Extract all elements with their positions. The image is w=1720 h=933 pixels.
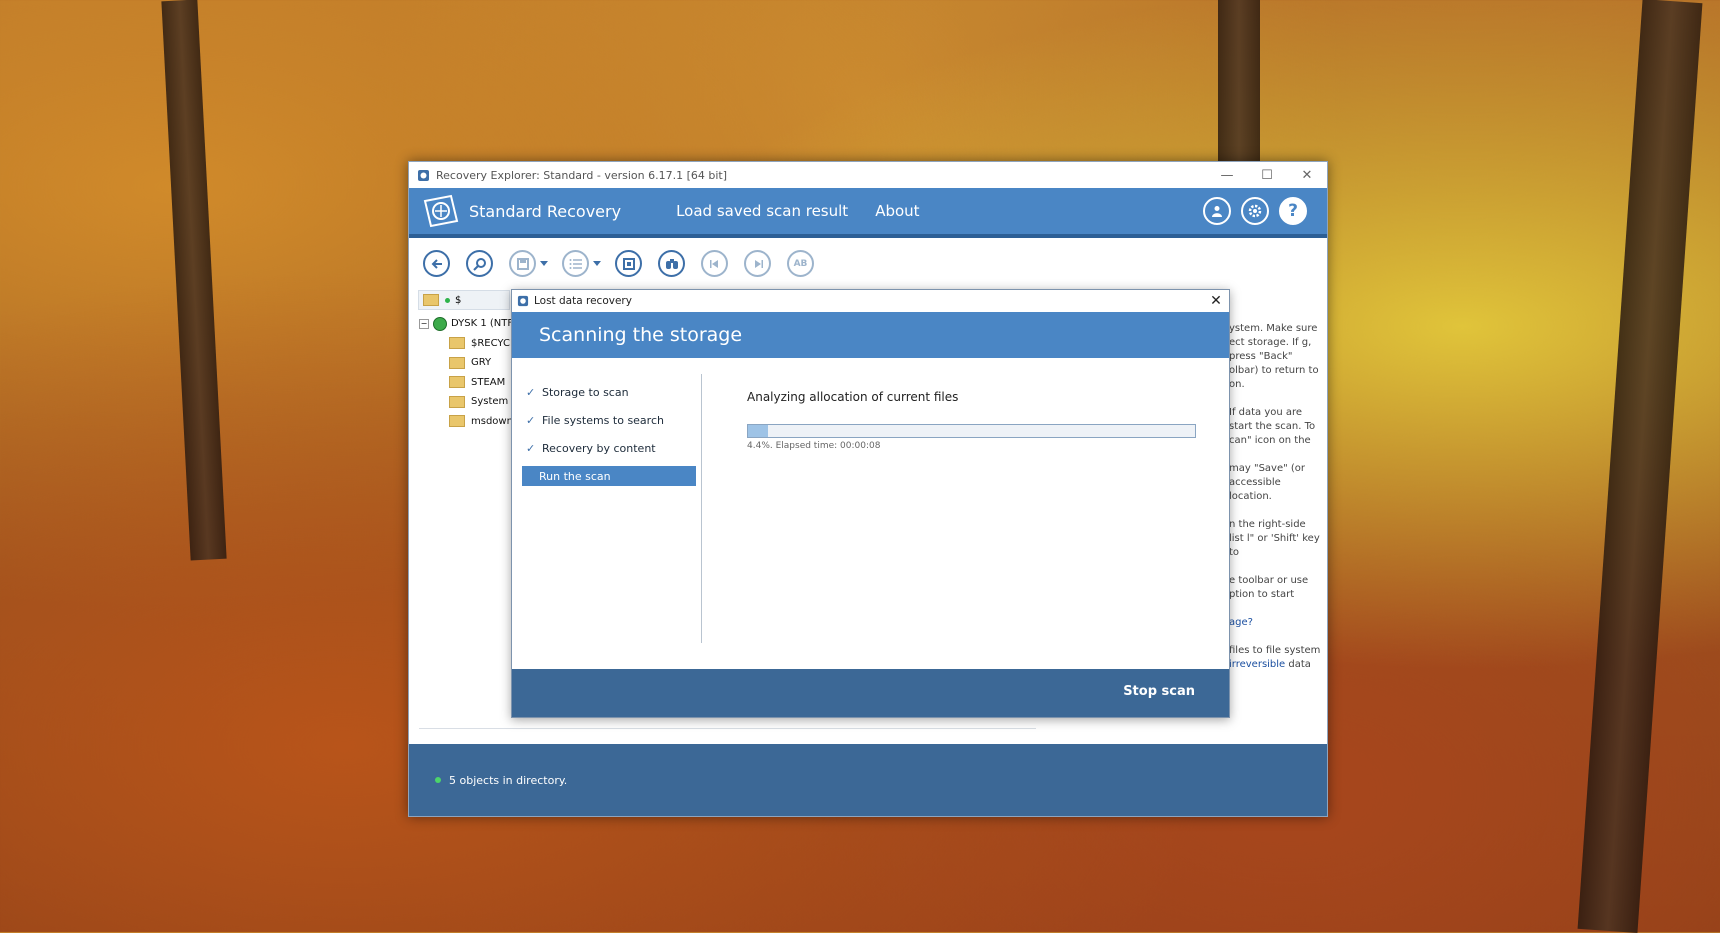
- folder-tree: − DYSK 1 (NTFS $RECYCLE GRY STEAM System…: [419, 314, 524, 431]
- help-paragraph: ystem. Make sure ect storage. If g, pres…: [1229, 323, 1319, 390]
- dialog-footer: Stop scan: [512, 669, 1229, 717]
- dialog-close-button[interactable]: ✕: [1203, 293, 1229, 309]
- save-dropdown-icon[interactable]: [540, 261, 548, 266]
- path-bar[interactable]: $: [418, 290, 510, 310]
- app-header: Standard Recovery Load saved scan result…: [409, 188, 1327, 238]
- app-icon: [418, 169, 429, 181]
- tree-item-folder[interactable]: $RECYCLE: [419, 334, 524, 354]
- step-label: Storage to scan: [542, 385, 629, 399]
- minimize-button[interactable]: —: [1207, 168, 1247, 183]
- title-bar: Recovery Explorer: Standard - version 6.…: [409, 162, 1327, 188]
- nav-load-saved-scan[interactable]: Load saved scan result: [676, 202, 848, 220]
- tree-item-label: GRY: [471, 357, 492, 369]
- help-paragraph: e toolbar or use ption to start: [1229, 575, 1309, 600]
- tree-trunk-far-right: [1577, 0, 1703, 933]
- gear-icon[interactable]: [1241, 197, 1269, 225]
- step-label: File systems to search: [542, 413, 664, 427]
- check-icon: ✓: [526, 385, 536, 399]
- tree-item-folder[interactable]: System Vo: [419, 392, 524, 412]
- tree-item-folder[interactable]: GRY: [419, 353, 524, 373]
- progress-fill: [748, 425, 768, 437]
- folder-icon: [423, 294, 439, 306]
- prev-icon[interactable]: [701, 250, 728, 277]
- folder-icon: [449, 395, 465, 408]
- disk-icon: [433, 316, 447, 331]
- logo-icon: [423, 194, 459, 228]
- match-case-icon[interactable]: AB: [787, 250, 814, 277]
- folder-icon: [449, 415, 465, 428]
- folder-icon: [449, 376, 465, 389]
- status-bar: 5 objects in directory.: [409, 744, 1327, 816]
- folder-icon: [449, 356, 465, 369]
- help-link[interactable]: age?: [1229, 616, 1321, 630]
- back-icon[interactable]: [423, 250, 450, 277]
- view-icon[interactable]: [615, 250, 642, 277]
- tree-item-label: STEAM: [471, 376, 506, 388]
- status-dot-icon: [445, 297, 450, 303]
- path-value: $: [455, 294, 462, 306]
- save-icon[interactable]: [509, 250, 536, 277]
- help-paragraph: n the right-side list l" or 'Shift' key …: [1229, 519, 1320, 558]
- status-dot-icon: [435, 777, 441, 783]
- check-icon: ✓: [526, 441, 536, 455]
- help-paragraph: may "Save" (or accessible location.: [1229, 463, 1306, 502]
- tree-item-label: DYSK 1 (NTFS: [451, 318, 520, 330]
- search-icon[interactable]: [466, 250, 493, 277]
- tree-item-folder[interactable]: STEAM: [419, 373, 524, 393]
- scan-status-text: Analyzing allocation of current files: [747, 390, 959, 404]
- wizard-steps: ✓ Storage to scan ✓ File systems to sear…: [522, 378, 696, 486]
- tree-trunk-left: [161, 0, 227, 561]
- help-paragraph: files to file system irreversible data: [1229, 645, 1321, 670]
- tree-item-folder[interactable]: msdownld: [419, 412, 524, 432]
- next-icon[interactable]: [744, 250, 771, 277]
- step-label: Run the scan: [539, 469, 611, 483]
- collapse-icon[interactable]: −: [419, 318, 429, 329]
- maximize-button[interactable]: ☐: [1247, 168, 1287, 183]
- toolbar: AB: [423, 250, 830, 277]
- step-storage-to-scan[interactable]: ✓ Storage to scan: [522, 378, 696, 406]
- scan-progress-bar: [747, 424, 1196, 438]
- help-paragraph: If data you are start the scan. To can" …: [1229, 407, 1316, 446]
- step-label: Recovery by content: [542, 441, 656, 455]
- lost-data-recovery-dialog: Lost data recovery ✕ Scanning the storag…: [511, 289, 1230, 718]
- stop-scan-button[interactable]: Stop scan: [1123, 684, 1195, 699]
- help-icon[interactable]: ?: [1279, 197, 1307, 225]
- brand-title: Standard Recovery: [469, 201, 622, 221]
- step-recovery-by-content[interactable]: ✓ Recovery by content: [522, 434, 696, 462]
- dialog-title: Lost data recovery: [534, 295, 632, 307]
- check-icon: ✓: [526, 413, 536, 427]
- list-icon[interactable]: [562, 250, 589, 277]
- step-file-systems[interactable]: ✓ File systems to search: [522, 406, 696, 434]
- find-icon[interactable]: [658, 250, 685, 277]
- dialog-header: Scanning the storage: [512, 312, 1229, 358]
- irreversible-link[interactable]: irreversible: [1229, 659, 1285, 670]
- tree-item-disk[interactable]: − DYSK 1 (NTFS: [419, 314, 524, 334]
- step-run-the-scan[interactable]: Run the scan: [522, 466, 696, 486]
- folder-icon: [449, 337, 465, 350]
- dialog-title-bar: Lost data recovery ✕: [512, 290, 1229, 312]
- progress-text: 4.4%. Elapsed time: 00:00:08: [747, 441, 881, 451]
- window-title: Recovery Explorer: Standard - version 6.…: [436, 168, 728, 182]
- help-panel: ystem. Make sure ect storage. If g, pres…: [1229, 322, 1321, 686]
- step-divider: [701, 374, 702, 643]
- nav-about[interactable]: About: [875, 202, 919, 220]
- close-button[interactable]: ✕: [1287, 168, 1327, 183]
- app-icon: [517, 295, 529, 307]
- user-icon[interactable]: [1203, 197, 1231, 225]
- status-text: 5 objects in directory.: [449, 773, 568, 787]
- list-dropdown-icon[interactable]: [593, 261, 601, 266]
- divider: [419, 728, 1036, 729]
